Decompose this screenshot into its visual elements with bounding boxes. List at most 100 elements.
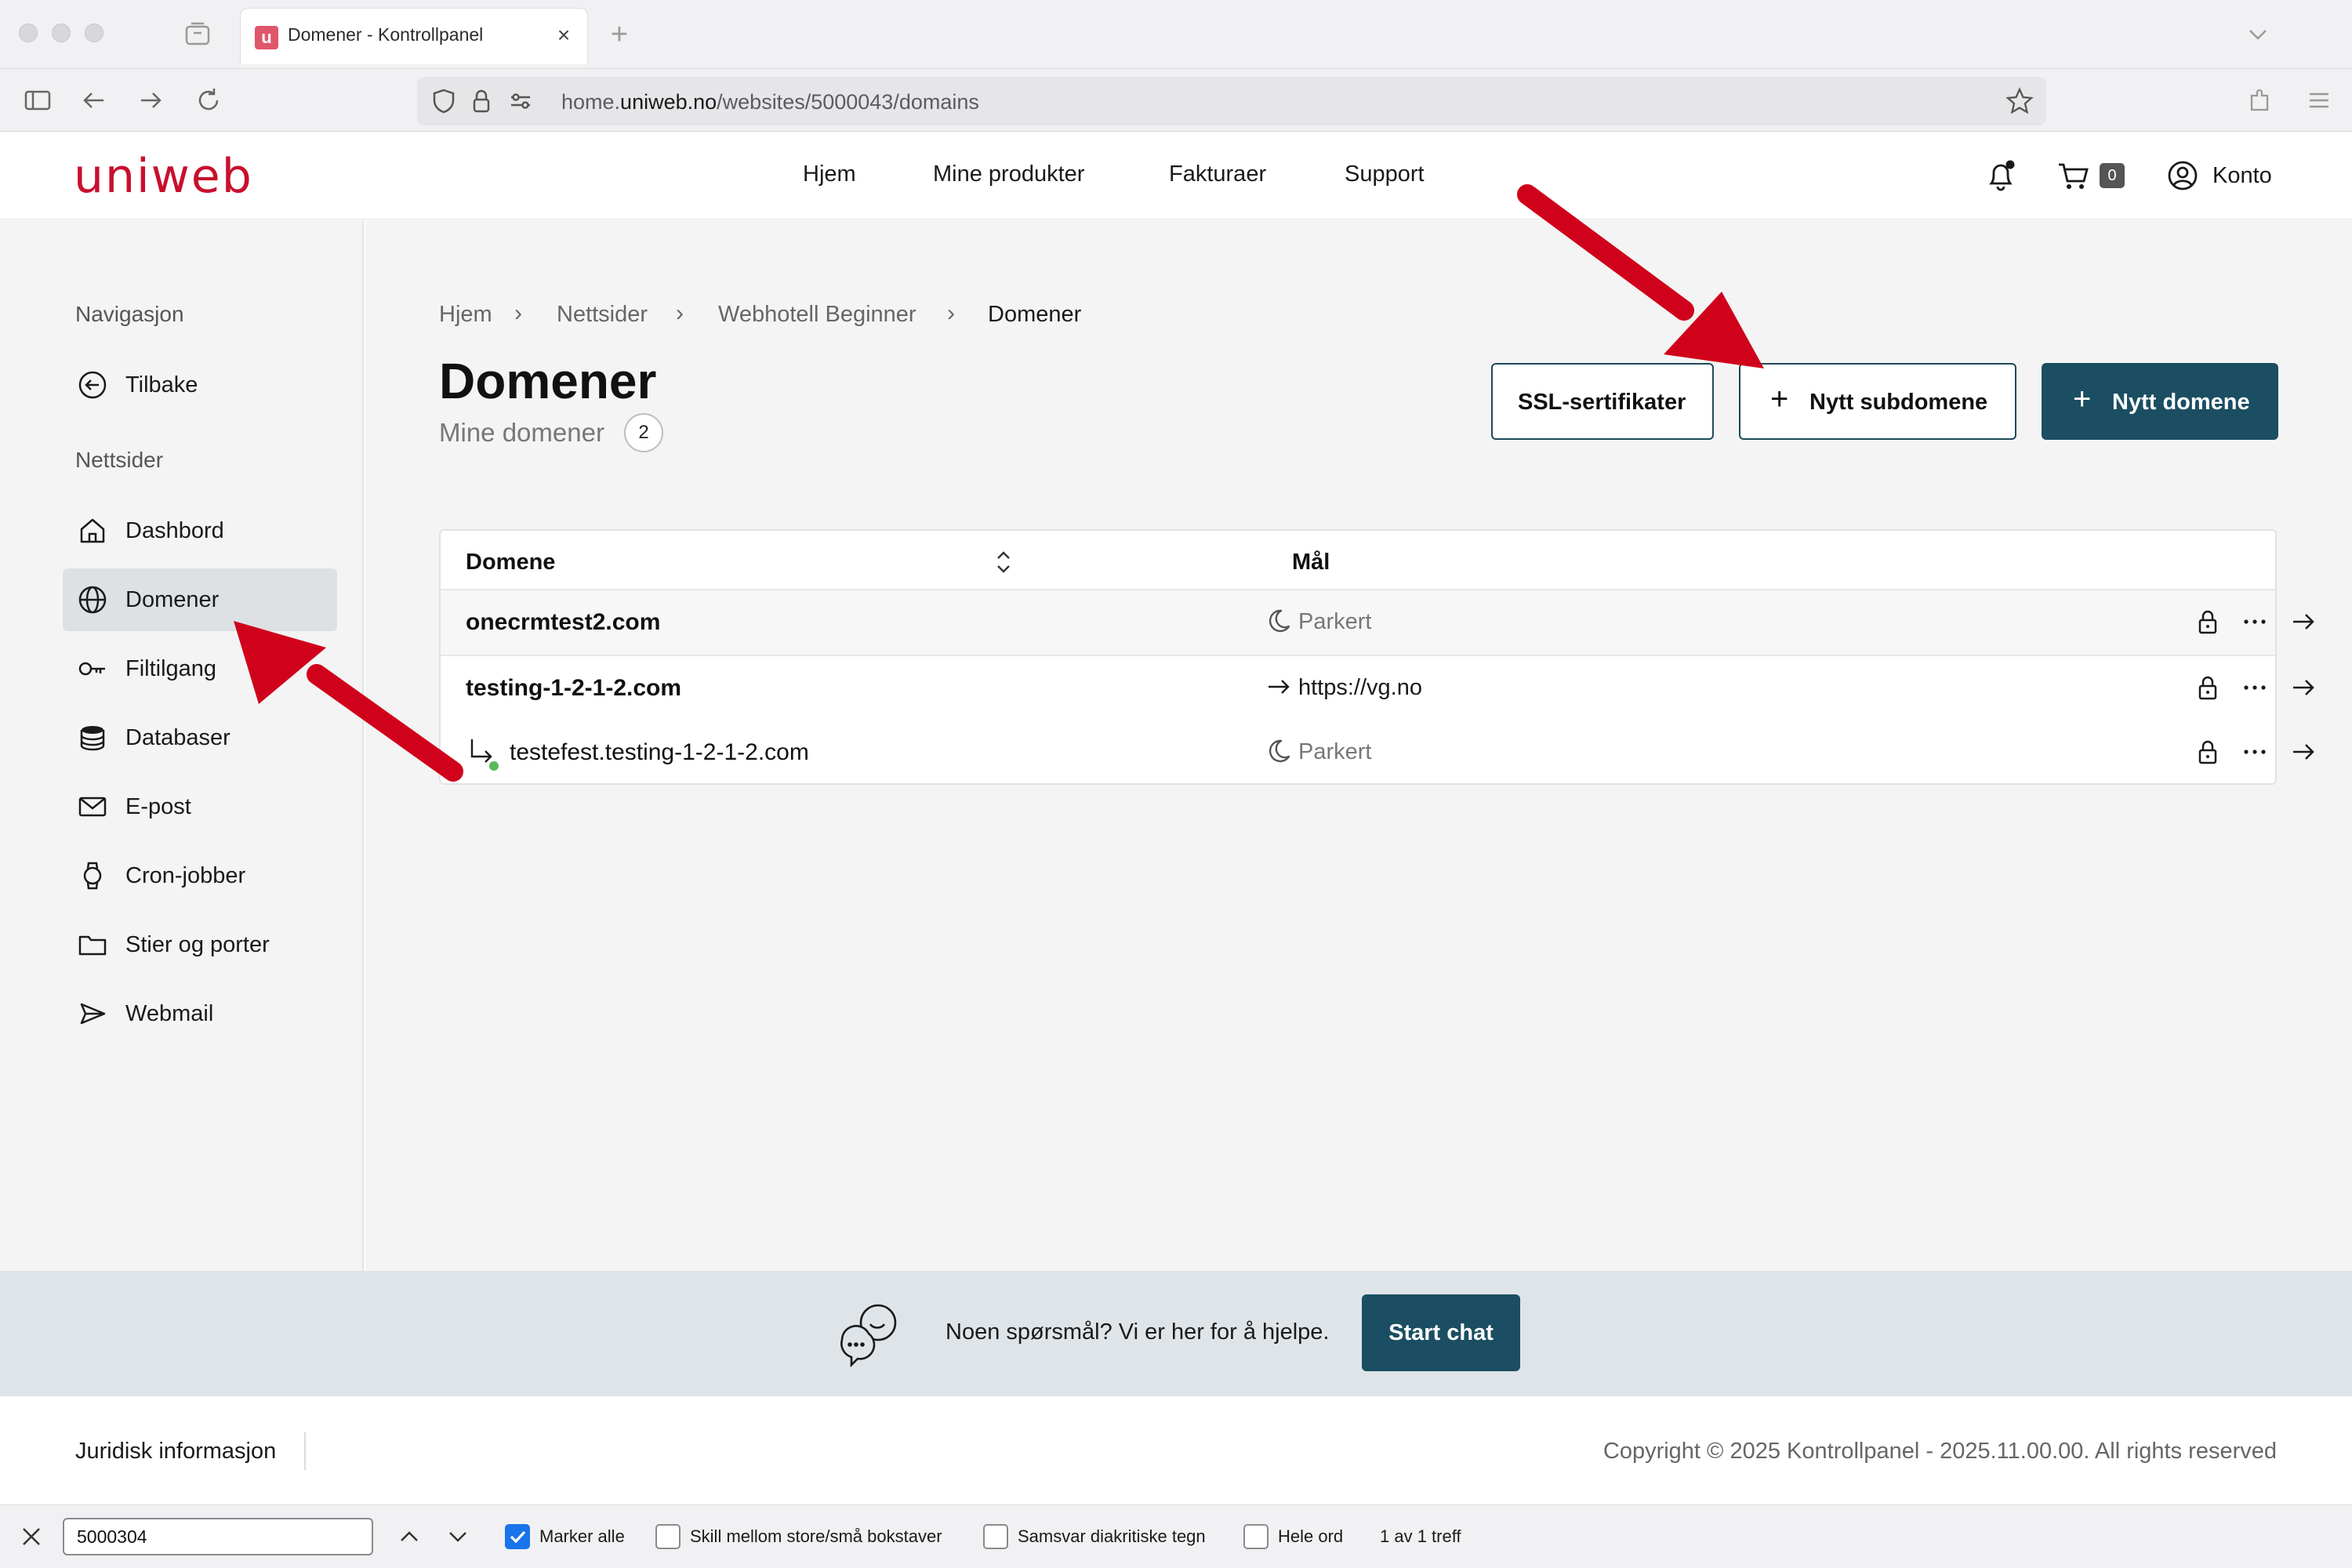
nav-link-fakturaer[interactable]: Fakturaer [1169,162,1266,187]
sidebar-item-domener[interactable]: Domener [63,568,337,631]
tab-overview-icon[interactable] [182,19,213,50]
moon-icon [1265,606,1292,636]
legal-info-link[interactable]: Juridisk informasjon [75,1439,276,1465]
sidebar-item-stier-og-porter[interactable]: Stier og porter [63,913,337,976]
back-arrow-icon[interactable] [78,85,110,116]
column-header-domene[interactable]: Domene [466,550,555,575]
browser-toolbar: home.uniweb.no/websites/5000043/domains [0,69,2352,132]
breadcrumb-domener: Domener [988,302,1082,327]
more-options-icon[interactable] [2239,672,2270,703]
sidebar-item-label: Stier og porter [125,932,270,957]
url-text[interactable]: home.uniweb.no/websites/5000043/domains [561,90,979,114]
sidebar-item-back[interactable]: Tilbake [63,354,337,416]
url-host: uniweb.no [620,90,717,114]
uniweb-logo[interactable]: uniweb [74,149,253,204]
lock-icon[interactable] [466,85,497,117]
highlight-all-label[interactable]: Marker alle [539,1526,625,1547]
sidebar-item-label: Filtilgang [125,656,217,681]
match-diacritics-checkbox[interactable] [983,1524,1008,1549]
app-menu-icon[interactable] [2303,85,2335,116]
sidebar-toggle-icon[interactable] [22,85,53,116]
address-bar[interactable]: home.uniweb.no/websites/5000043/domains [417,77,2046,125]
arrow-right-icon [1265,672,1292,702]
help-banner: Noen spørsmål? Vi er her for å hjelpe. S… [0,1271,2352,1396]
open-arrow-icon[interactable] [2288,672,2319,703]
sidebar-item-databaser[interactable]: Databaser [63,706,337,769]
find-next-icon[interactable] [442,1521,474,1552]
new-subdomain-label: Nytt subdomene [1809,390,1988,415]
breadcrumb-hjem[interactable]: Hjem [439,302,492,328]
column-header-mal: Mål [1292,550,1330,575]
nav-link-support[interactable]: Support [1345,162,1425,187]
subdomain-name[interactable]: testefest.testing-1-2-1-2.com [510,739,809,766]
find-result-count: 1 av 1 treff [1380,1526,1461,1546]
table-row[interactable]: testefest.testing-1-2-1-2.com Parkert [441,720,2314,785]
tab-title: Domener - Kontrollpanel [288,24,484,45]
window-close-button[interactable] [19,24,38,42]
sidebar-heading-navigation: Navigasjon [75,302,184,326]
tab-list-chevron-icon[interactable] [2244,20,2272,49]
window-minimize-button[interactable] [52,24,71,42]
open-arrow-icon[interactable] [2288,606,2319,637]
new-tab-icon[interactable]: + [604,19,635,50]
nav-link-hjem[interactable]: Hjem [803,162,856,187]
site-permissions-icon[interactable] [505,85,536,117]
sidebar-item-dashbord[interactable]: Dashbord [63,499,337,562]
lock-icon[interactable] [2192,736,2223,768]
domain-name[interactable]: testing-1-2-1-2.com [466,675,681,702]
sidebar-item-label: Databaser [125,725,230,750]
sidebar-item-webmail[interactable]: Webmail [63,982,337,1045]
open-arrow-icon[interactable] [2288,736,2319,768]
more-options-icon[interactable] [2239,606,2270,637]
home-icon [77,515,108,546]
window-zoom-button[interactable] [85,24,103,42]
ssl-certificates-button[interactable]: SSL-sertifikater [1491,363,1714,440]
breadcrumb-separator: › [676,300,684,326]
match-case-label[interactable]: Skill mellom store/små bokstaver [690,1526,942,1547]
new-domain-label: Nytt domene [2112,390,2250,415]
table-row[interactable]: onecrmtest2.com Parkert [441,590,2314,655]
domain-name[interactable]: onecrmtest2.com [466,609,660,636]
browser-tab-active[interactable]: u Domener - Kontrollpanel × [240,8,588,64]
url-prefix: home. [561,90,621,114]
nav-link-mine-produkter[interactable]: Mine produkter [933,162,1084,187]
watch-icon [77,860,108,891]
notification-bell-icon[interactable] [1980,155,2021,196]
sidebar-navigation: Navigasjon Tilbake Nettsider Dashbord Do… [0,220,364,1271]
lock-icon[interactable] [2192,606,2223,637]
tab-close-icon[interactable]: × [550,21,578,49]
sidebar-item-filtilgang[interactable]: Filtilgang [63,637,337,700]
close-icon[interactable] [16,1521,47,1552]
forward-arrow-icon[interactable] [135,85,166,116]
match-diacritics-label[interactable]: Samsvar diakritiske tegn [1018,1526,1206,1547]
find-input[interactable] [63,1518,373,1555]
breadcrumb-webhotell-beginner[interactable]: Webhotell Beginner [718,302,916,328]
find-previous-icon[interactable] [394,1521,425,1552]
account-link[interactable]: Konto [2212,163,2272,189]
whole-words-label[interactable]: Hele ord [1278,1526,1343,1547]
new-subdomain-button[interactable]: + Nytt subdomene [1739,363,2016,440]
new-domain-button[interactable]: + Nytt domene [2042,363,2278,440]
bookmark-star-icon[interactable] [2004,85,2035,117]
extensions-icon[interactable] [2244,85,2275,116]
sidebar-item-cron-jobber[interactable]: Cron-jobber [63,844,337,907]
match-case-checkbox[interactable] [655,1524,681,1549]
table-row[interactable]: testing-1-2-1-2.com https://vg.no [441,656,2314,720]
breadcrumb-nettsider[interactable]: Nettsider [557,302,648,328]
highlight-all-checkbox[interactable] [505,1524,530,1549]
lock-icon[interactable] [2192,672,2223,703]
copyright-text: Copyright © 2025 Kontrollpanel - 2025.11… [1602,1439,2277,1464]
more-options-icon[interactable] [2239,736,2270,768]
shield-icon[interactable] [428,85,459,117]
key-icon [77,653,108,684]
account-user-icon[interactable] [2162,155,2203,196]
cart-icon[interactable] [2054,155,2095,196]
sidebar-item-label: Webmail [125,1001,214,1026]
sidebar-item-e-post[interactable]: E-post [63,775,337,838]
chat-bubbles-icon [834,1301,905,1368]
sort-chevrons-icon[interactable] [993,546,1014,578]
whole-words-checkbox[interactable] [1243,1524,1269,1549]
start-chat-button[interactable]: Start chat [1362,1294,1520,1371]
reload-icon[interactable] [193,85,224,116]
domain-target: Parkert [1298,609,1372,634]
